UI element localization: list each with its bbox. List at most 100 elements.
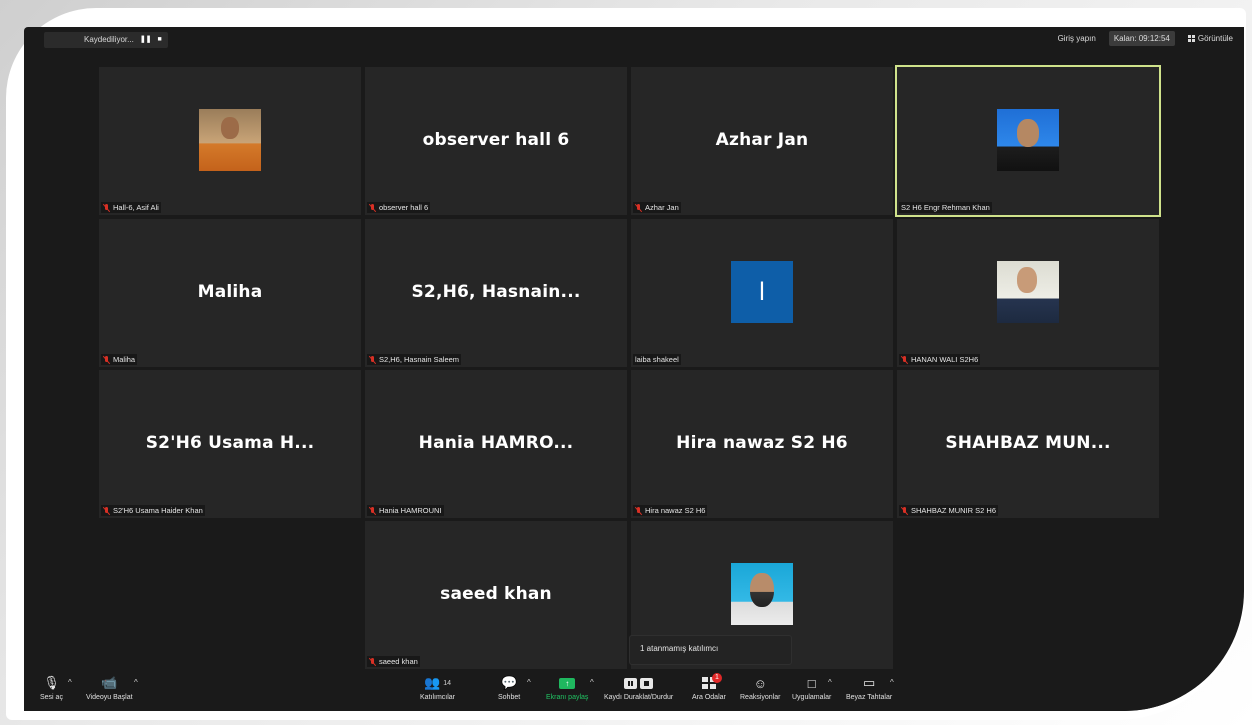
- participant-name: saeed khan: [379, 657, 418, 666]
- participant-display-name: Hania HAMRO...: [418, 433, 574, 453]
- participant-caption: Hania HAMROUNI: [367, 505, 444, 516]
- mic-off-icon: 🎙: [43, 675, 60, 690]
- breakout-rooms-badge: 1: [711, 673, 722, 683]
- participant-photo: [731, 563, 793, 625]
- participant-name: Hall-6, Asif Ali: [113, 203, 159, 212]
- time-remaining-badge[interactable]: Kalan: 09:12:54: [1108, 31, 1175, 46]
- participant-tile-active-speaker[interactable]: S2 H6 Engr Rehman Khan: [895, 65, 1161, 217]
- participant-tile[interactable]: saeed khan saeed khan: [365, 521, 627, 669]
- participant-tile[interactable]: observer hall 6 observer hall 6: [365, 67, 627, 215]
- participant-tile[interactable]: Maliha Maliha: [99, 219, 361, 367]
- participant-caption: laiba shakeel: [633, 354, 681, 365]
- mic-muted-icon: [901, 355, 908, 364]
- participant-name: SHAHBAZ MUNIR S2 H6: [911, 506, 997, 515]
- participant-display-name: observer hall 6: [422, 130, 570, 150]
- participant-name: S2,H6, Hasnain Saleem: [379, 355, 460, 364]
- mic-muted-icon: [901, 506, 908, 515]
- participant-display-name: Hira nawaz S2 H6: [676, 433, 848, 453]
- tooltip-text: 1 atanmamış katılımcı: [640, 644, 719, 653]
- participant-tile[interactable]: Hania HAMRO... Hania HAMROUNI: [365, 370, 627, 518]
- recording-pause-button[interactable]: ❚❚: [140, 32, 152, 48]
- participant-photo: [997, 261, 1059, 323]
- participant-caption: S2 H6 Engr Rehman Khan: [899, 202, 992, 213]
- share-screen-button[interactable]: ↑ Ekranı paylaş: [546, 675, 588, 701]
- pause-stop-recording-button[interactable]: Kaydı Duraklat/Durdur: [604, 675, 673, 701]
- mic-muted-icon: [103, 203, 110, 212]
- participant-photo: [997, 109, 1059, 171]
- reactions-button[interactable]: ☺ Reaksiyonlar: [740, 675, 781, 702]
- participant-display-name: Maliha: [197, 282, 263, 302]
- recording-control-label: Kaydı Duraklat/Durdur: [604, 694, 674, 701]
- mic-muted-icon: [369, 203, 376, 212]
- sign-in-button[interactable]: Giriş yapın: [1053, 31, 1101, 46]
- participant-tile[interactable]: Hall-6, Asif Ali: [99, 67, 361, 215]
- participant-name: Azhar Jan: [645, 203, 679, 212]
- participant-tile[interactable]: Hira nawaz S2 H6 Hira nawaz S2 H6: [631, 370, 893, 518]
- apps-label: Uygulamalar: [792, 694, 832, 701]
- participant-name: Hania HAMROUNI: [379, 506, 442, 515]
- participants-button[interactable]: 👥 14 Katılımcılar: [420, 675, 455, 701]
- participant-caption: Hall-6, Asif Ali: [101, 202, 161, 213]
- share-screen-icon: ↑: [559, 677, 576, 689]
- reactions-label: Reaksiyonlar: [740, 694, 781, 701]
- chat-bubble-icon: 💬: [501, 675, 518, 690]
- mic-muted-icon: [103, 506, 110, 515]
- view-button[interactable]: Görüntüle: [1183, 31, 1238, 46]
- apps-button[interactable]: □ Uygulamalar: [792, 675, 832, 702]
- share-options-chevron-icon[interactable]: ^: [590, 678, 594, 687]
- participant-initial-avatar: l: [731, 261, 793, 323]
- participant-name: S2 H6 Engr Rehman Khan: [901, 203, 990, 212]
- start-video-button[interactable]: 📹 Videoyu Başlat: [86, 675, 133, 701]
- video-options-chevron-icon[interactable]: ^: [134, 678, 138, 687]
- unmute-button[interactable]: 🎙 Sesi aç: [40, 675, 63, 701]
- participant-caption: HANAN WALI S2H6: [899, 354, 981, 365]
- audio-options-chevron-icon[interactable]: ^: [68, 678, 72, 687]
- pause-recording-icon: [624, 677, 638, 689]
- share-screen-label: Ekranı paylaş: [546, 694, 589, 701]
- whiteboards-button[interactable]: ▭ Beyaz Tahtalar: [846, 675, 892, 701]
- whiteboards-label: Beyaz Tahtalar: [846, 694, 893, 701]
- participant-name: S2'H6 Usama Haider Khan: [113, 506, 203, 515]
- participant-tile[interactable]: Azhar Jan Azhar Jan: [631, 67, 893, 215]
- participant-name: observer hall 6: [379, 203, 429, 212]
- participants-count: 14: [443, 679, 451, 687]
- participant-tile[interactable]: l laiba shakeel: [631, 219, 893, 367]
- breakout-rooms-button[interactable]: 1 Ara Odalar: [692, 673, 726, 701]
- chat-button[interactable]: 💬 Sohbet: [498, 675, 520, 701]
- mic-muted-icon: [369, 355, 376, 364]
- participant-display-name: SHAHBAZ MUN...: [945, 433, 1111, 453]
- participant-display-name: saeed khan: [440, 584, 552, 604]
- meeting-window: Kaydediliyor... ❚❚ ■ Giriş yapın Kalan: …: [24, 27, 1244, 711]
- whiteboard-icon: ▭: [862, 675, 876, 690]
- participant-caption: Maliha: [101, 354, 138, 365]
- reaction-smiley-icon: ☺: [753, 675, 767, 691]
- participant-tile[interactable]: HANAN WALI S2H6: [897, 219, 1159, 367]
- participant-caption: S2'H6 Usama Haider Khan: [101, 505, 205, 516]
- participant-name: Maliha: [113, 355, 136, 364]
- mic-muted-icon: [369, 506, 376, 515]
- participant-tile[interactable]: S2,H6, Hasnain... S2,H6, Hasnain Saleem: [365, 219, 627, 367]
- breakout-rooms-label: Ara Odalar: [692, 694, 726, 701]
- apps-icon: □: [807, 675, 816, 691]
- unmute-label: Sesi aç: [40, 694, 63, 701]
- start-video-label: Videoyu Başlat: [86, 694, 133, 701]
- participant-name: HANAN WALI S2H6: [911, 355, 979, 364]
- recording-stop-button[interactable]: ■: [158, 32, 162, 48]
- participant-caption: observer hall 6: [367, 202, 431, 213]
- end-meeting-button[interactable]: [1204, 687, 1244, 703]
- participant-tile[interactable]: SHAHBAZ MUN... SHAHBAZ MUNIR S2 H6: [897, 370, 1159, 518]
- view-label: Görüntüle: [1197, 34, 1233, 43]
- mic-muted-icon: [635, 203, 642, 212]
- chat-label: Sohbet: [498, 694, 521, 701]
- recording-indicator: Kaydediliyor... ❚❚ ■: [44, 32, 168, 48]
- participant-name: laiba shakeel: [635, 355, 679, 364]
- mic-muted-icon: [103, 355, 110, 364]
- stop-recording-icon: [640, 677, 654, 689]
- mic-muted-icon: [635, 506, 642, 515]
- chat-options-chevron-icon[interactable]: ^: [527, 678, 531, 687]
- participant-tile[interactable]: S2'H6 Usama H... S2'H6 Usama Haider Khan: [99, 370, 361, 518]
- whiteboard-options-chevron-icon[interactable]: ^: [890, 678, 894, 687]
- video-off-icon: 📹: [101, 675, 118, 690]
- apps-options-chevron-icon[interactable]: ^: [828, 678, 832, 687]
- recording-label: Kaydediliyor...: [84, 35, 134, 44]
